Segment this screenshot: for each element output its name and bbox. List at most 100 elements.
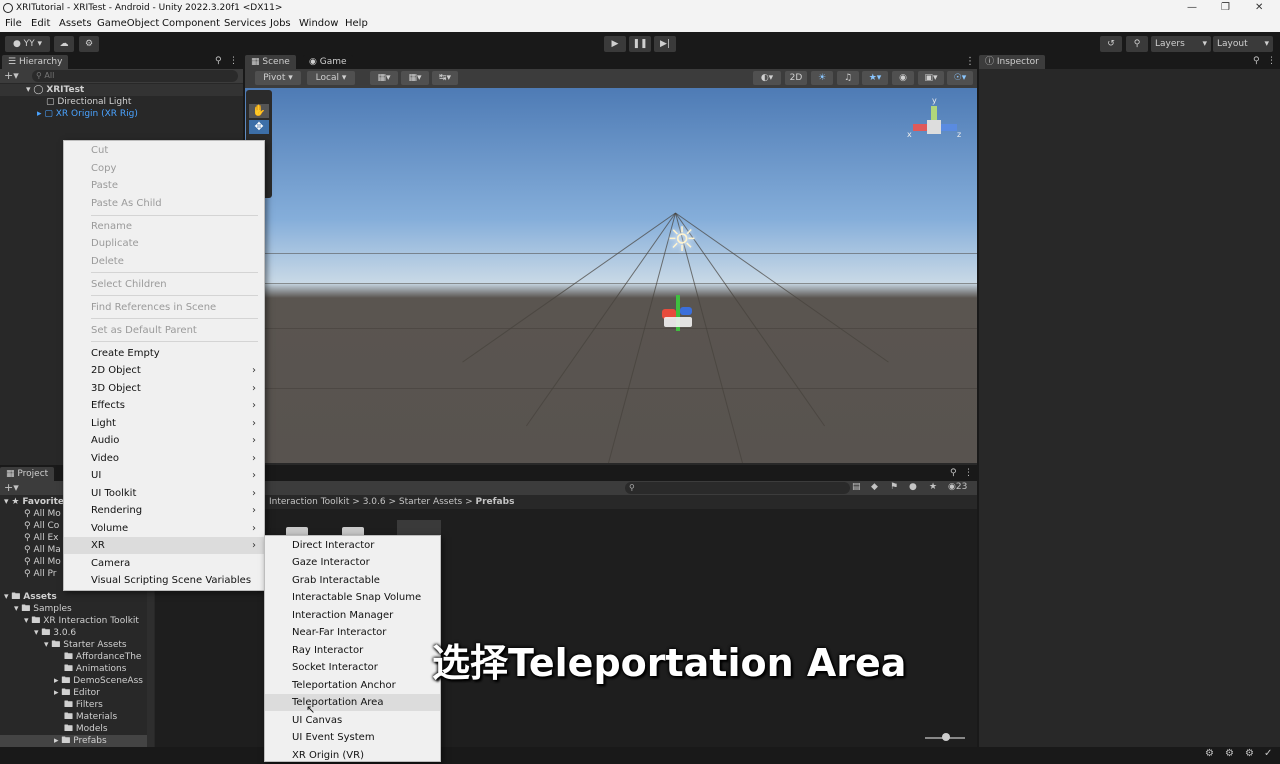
menu-item-set-default-parent[interactable]: Set as Default Parent	[64, 322, 264, 339]
tree-item-starter-assets[interactable]: ▾ 🖿 Starter Assets	[0, 639, 127, 651]
menu-item-rendering[interactable]: Rendering ›	[64, 502, 264, 519]
effects-icon[interactable]: ★▾	[862, 71, 888, 85]
menu-services[interactable]: Services	[224, 18, 266, 29]
menu-item-interaction-manager[interactable]: Interaction Manager	[265, 607, 440, 624]
breadcrumb-item[interactable]: Starter Assets	[399, 497, 462, 507]
draw-mode-icon[interactable]: ◐▾	[753, 71, 781, 85]
lighting-icon[interactable]: ☀	[811, 71, 833, 85]
menu-item-select-children[interactable]: Select Children	[64, 276, 264, 293]
tab-game[interactable]: ◉ Game	[303, 55, 353, 69]
audio-icon[interactable]: ♫	[837, 71, 859, 85]
menu-gameobject[interactable]: GameObject	[97, 18, 159, 29]
menu-item-paste[interactable]: Paste	[64, 177, 264, 194]
tree-item-samples[interactable]: ▾ 🖿 Samples	[0, 603, 72, 615]
favorite-item[interactable]: ⚲ All Mo	[0, 508, 61, 520]
menu-item-socket-interactor[interactable]: Socket Interactor	[265, 659, 440, 676]
menu-item-ui-canvas[interactable]: UI Canvas	[265, 712, 440, 729]
close-icon[interactable]: ✕	[1255, 2, 1263, 13]
kebab-menu-icon[interactable]: ⋮	[229, 56, 238, 66]
zoom-slider-handle[interactable]	[942, 733, 950, 741]
menu-item-create-empty[interactable]: Create Empty	[64, 345, 264, 362]
menu-item-video[interactable]: Video ›	[64, 450, 264, 467]
tree-item-prefabs[interactable]: ▸ 🖿 Prefabs	[0, 735, 148, 747]
menu-window[interactable]: Window	[299, 18, 338, 29]
hand-tool-icon[interactable]: ✋	[249, 104, 269, 118]
project-search-input[interactable]: ⚲	[625, 482, 850, 494]
tree-item-xri[interactable]: ▾ 🖿 XR Interaction Toolkit	[0, 615, 139, 627]
menu-item-effects[interactable]: Effects ›	[64, 397, 264, 414]
camera-icon[interactable]: ▣▾	[918, 71, 944, 85]
check-icon[interactable]: ✓	[1264, 748, 1272, 759]
menu-item-copy[interactable]: Copy	[64, 160, 264, 177]
kebab-menu-icon[interactable]: ⋮	[1267, 56, 1276, 66]
menu-edit[interactable]: Edit	[31, 18, 50, 29]
menu-item-direct-interactor[interactable]: Direct Interactor	[265, 537, 440, 554]
restore-icon[interactable]: ❐	[1221, 2, 1230, 13]
menu-item-grab-interactable[interactable]: Grab Interactable	[265, 572, 440, 589]
breadcrumb-item[interactable]: 3.0.6	[363, 497, 386, 507]
menu-help[interactable]: Help	[345, 18, 368, 29]
gear-icon[interactable]: ⚙	[79, 36, 99, 52]
align-icon[interactable]: ↹▾	[432, 71, 458, 85]
directional-light-gizmo-icon[interactable]: ☼	[665, 223, 699, 257]
add-icon[interactable]: +▾	[4, 481, 19, 494]
xr-origin-gizmo-icon[interactable]	[658, 293, 698, 333]
tree-item[interactable]: 🖿 Filters	[0, 699, 103, 711]
tab-scene[interactable]: ▦ Scene	[245, 55, 296, 69]
tree-item[interactable]: 🖿 Animations	[0, 663, 126, 675]
menu-item-paste-as-child[interactable]: Paste As Child	[64, 195, 264, 212]
step-button[interactable]: ▶|	[654, 36, 676, 52]
tab-project[interactable]: ▦ Project	[0, 467, 55, 481]
menu-item-ui-toolkit[interactable]: UI Toolkit ›	[64, 485, 264, 502]
lock-icon[interactable]: ⚲	[950, 468, 957, 478]
layout-dropdown[interactable]: Layout ▾	[1213, 36, 1273, 52]
pivot-dropdown[interactable]: Pivot ▾	[255, 71, 301, 85]
menu-item-delete[interactable]: Delete	[64, 253, 264, 270]
menu-item-visual-scripting[interactable]: Visual Scripting Scene Variables	[64, 572, 264, 589]
tree-item[interactable]: ▸ 🖿 Editor	[0, 687, 100, 699]
kebab-menu-icon[interactable]: ⋮	[965, 56, 975, 67]
scene-viewport[interactable]: ✋ ✥ ☼ y x z	[245, 88, 977, 463]
favorite-star-icon[interactable]: ★	[929, 482, 937, 492]
menu-item-ui[interactable]: UI ›	[64, 467, 264, 484]
menu-item-rename[interactable]: Rename	[64, 218, 264, 235]
orientation-gizmo[interactable]: y x z	[905, 96, 965, 151]
snap-increment-icon[interactable]: ▦▾	[401, 71, 429, 85]
minimize-icon[interactable]: —	[1187, 2, 1197, 13]
history-icon[interactable]: ↺	[1100, 36, 1122, 52]
menu-item-xr-origin-vr[interactable]: XR Origin (VR)	[265, 747, 440, 764]
play-button[interactable]: ▶	[604, 36, 626, 52]
menu-item-gaze-interactor[interactable]: Gaze Interactor	[265, 554, 440, 571]
menu-file[interactable]: File	[5, 18, 22, 29]
local-dropdown[interactable]: Local ▾	[307, 71, 355, 85]
menu-item-cut[interactable]: Cut	[64, 142, 264, 159]
cloud-icon[interactable]: ☁	[54, 36, 74, 52]
menu-item-2d-object[interactable]: 2D Object ›	[64, 362, 264, 379]
favorite-item[interactable]: ⚲ All Mo	[0, 556, 61, 568]
breadcrumb-item[interactable]: Interaction Toolkit	[269, 497, 349, 507]
tree-item[interactable]: 🖿 Materials	[0, 711, 117, 723]
menu-item-light[interactable]: Light ›	[64, 415, 264, 432]
favorite-item[interactable]: ⚲ All Pr	[0, 568, 56, 580]
lock-icon[interactable]: ⚲	[215, 56, 222, 66]
menu-item-teleportation-anchor[interactable]: Teleportation Anchor	[265, 677, 440, 694]
favorite-item[interactable]: ⚲ All Co	[0, 520, 59, 532]
lock-icon[interactable]: ⚲	[1253, 56, 1260, 66]
menu-item-ui-event-system[interactable]: UI Event System	[265, 729, 440, 746]
gizmos-icon[interactable]: ☉▾	[947, 71, 973, 85]
menu-item-audio[interactable]: Audio ›	[64, 432, 264, 449]
toggle-2d-button[interactable]: 2D	[785, 71, 807, 85]
pause-button[interactable]: ❚❚	[629, 36, 651, 52]
account-button[interactable]: ● YY ▾	[5, 36, 50, 52]
hidden-objects-icon[interactable]: ◉	[892, 71, 914, 85]
layers-dropdown[interactable]: Layers ▾	[1151, 36, 1211, 52]
breadcrumb-item[interactable]: Prefabs	[476, 497, 515, 507]
kebab-menu-icon[interactable]: ⋮	[964, 468, 973, 478]
menu-item-camera[interactable]: Camera	[64, 555, 264, 572]
filter-type-icon[interactable]: ▤	[852, 482, 861, 492]
menu-item-xr[interactable]: XR ›	[64, 537, 264, 554]
menu-item-find-references[interactable]: Find References in Scene	[64, 299, 264, 316]
favorite-item[interactable]: ⚲ All Ma	[0, 544, 61, 556]
hierarchy-search-input[interactable]: ⚲ All	[32, 70, 238, 82]
progress-icon[interactable]: ⚙	[1205, 748, 1214, 759]
